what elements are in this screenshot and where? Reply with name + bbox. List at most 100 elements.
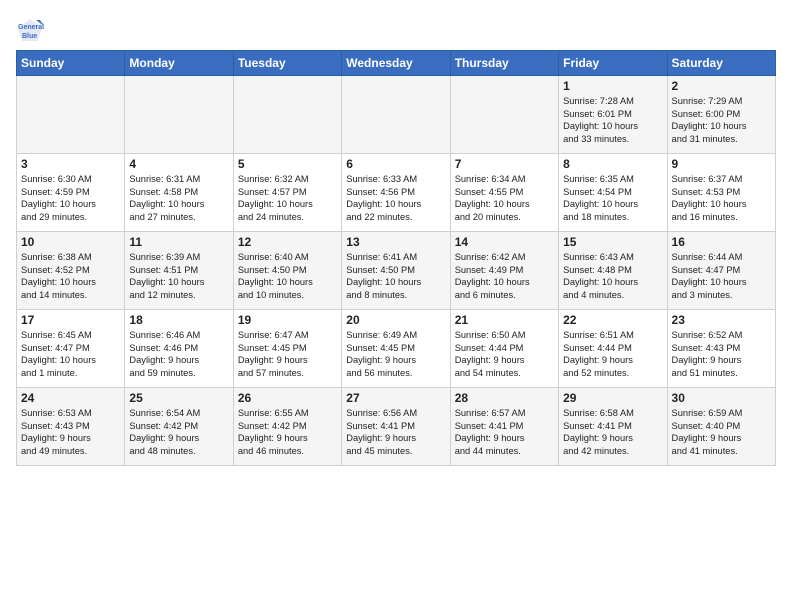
calendar-cell: 25 Sunrise: 6:54 AM Sunset: 4:42 PM Dayli…	[125, 388, 233, 466]
calendar-cell: 28Sunrise: 6:57 AM Sunset: 4:41 PM Dayli…	[450, 388, 558, 466]
calendar-cell: 11Sunrise: 6:39 AM Sunset: 4:51 PM Dayli…	[125, 232, 233, 310]
calendar-cell: 6Sunrise: 6:33 AM Sunset: 4:56 PM Daylig…	[342, 154, 450, 232]
calendar-week-1: 3Sunrise: 6:30 AM Sunset: 4:59 PM Daylig…	[17, 154, 776, 232]
day-number: 3	[21, 157, 120, 171]
day-number: 23	[672, 313, 771, 327]
svg-text:General: General	[18, 24, 44, 31]
cell-text: Sunrise: 7:28 AM Sunset: 6:01 PM Dayligh…	[563, 95, 662, 145]
day-number: 19	[238, 313, 337, 327]
day-number: 1	[563, 79, 662, 93]
cell-text: Sunrise: 6:45 AM Sunset: 4:47 PM Dayligh…	[21, 329, 120, 379]
calendar-cell: 26 Sunrise: 6:55 AM Sunset: 4:42 PM Dayli…	[233, 388, 341, 466]
weekday-thursday: Thursday	[450, 51, 558, 76]
calendar-cell: 18 Sunrise: 6:46 AM Sunset: 4:46 PM Dayli…	[125, 310, 233, 388]
logo: General Blue	[16, 16, 48, 44]
cell-text: Sunrise: 6:44 AM Sunset: 4:47 PM Dayligh…	[672, 251, 771, 301]
calendar-cell: 12 Sunrise: 6:40 AM Sunset: 4:50 PM Dayli…	[233, 232, 341, 310]
cell-text: Sunrise: 6:52 AM Sunset: 4:43 PM Dayligh…	[672, 329, 771, 379]
svg-text:Blue: Blue	[22, 33, 37, 40]
weekday-monday: Monday	[125, 51, 233, 76]
cell-text: Sunrise: 6:46 AM Sunset: 4:46 PM Dayligh…	[129, 329, 228, 379]
cell-text: Sunrise: 6:33 AM Sunset: 4:56 PM Dayligh…	[346, 173, 445, 223]
cell-text: Sunrise: 6:40 AM Sunset: 4:50 PM Dayligh…	[238, 251, 337, 301]
cell-text: Sunrise: 6:51 AM Sunset: 4:44 PM Dayligh…	[563, 329, 662, 379]
day-number: 7	[455, 157, 554, 171]
day-number: 9	[672, 157, 771, 171]
cell-text: Sunrise: 6:35 AM Sunset: 4:54 PM Dayligh…	[563, 173, 662, 223]
day-number: 11	[129, 235, 228, 249]
calendar-cell: 30 Sunrise: 6:59 AM Sunset: 4:40 PM Dayli…	[667, 388, 775, 466]
calendar-week-3: 17 Sunrise: 6:45 AM Sunset: 4:47 PM Dayli…	[17, 310, 776, 388]
cell-text: Sunrise: 6:56 AM Sunset: 4:41 PM Dayligh…	[346, 407, 445, 457]
calendar-cell	[125, 76, 233, 154]
day-number: 25	[129, 391, 228, 405]
cell-text: Sunrise: 6:55 AM Sunset: 4:42 PM Dayligh…	[238, 407, 337, 457]
calendar-cell: 4 Sunrise: 6:31 AM Sunset: 4:58 PM Daylig…	[125, 154, 233, 232]
cell-text: Sunrise: 6:53 AM Sunset: 4:43 PM Dayligh…	[21, 407, 120, 457]
calendar-cell: 21 Sunrise: 6:50 AM Sunset: 4:44 PM Dayli…	[450, 310, 558, 388]
calendar-cell: 19Sunrise: 6:47 AM Sunset: 4:45 PM Dayli…	[233, 310, 341, 388]
weekday-tuesday: Tuesday	[233, 51, 341, 76]
cell-text: Sunrise: 6:43 AM Sunset: 4:48 PM Dayligh…	[563, 251, 662, 301]
day-number: 18	[129, 313, 228, 327]
day-number: 24	[21, 391, 120, 405]
calendar-cell	[342, 76, 450, 154]
cell-text: Sunrise: 6:57 AM Sunset: 4:41 PM Dayligh…	[455, 407, 554, 457]
day-number: 8	[563, 157, 662, 171]
header: General Blue	[16, 12, 776, 44]
day-number: 10	[21, 235, 120, 249]
cell-text: Sunrise: 6:58 AM Sunset: 4:41 PM Dayligh…	[563, 407, 662, 457]
calendar-cell: 17 Sunrise: 6:45 AM Sunset: 4:47 PM Dayli…	[17, 310, 125, 388]
calendar-cell: 16Sunrise: 6:44 AM Sunset: 4:47 PM Dayli…	[667, 232, 775, 310]
day-number: 5	[238, 157, 337, 171]
cell-text: Sunrise: 6:31 AM Sunset: 4:58 PM Dayligh…	[129, 173, 228, 223]
cell-text: Sunrise: 6:49 AM Sunset: 4:45 PM Dayligh…	[346, 329, 445, 379]
calendar-cell: 3Sunrise: 6:30 AM Sunset: 4:59 PM Daylig…	[17, 154, 125, 232]
day-number: 26	[238, 391, 337, 405]
cell-text: Sunrise: 6:59 AM Sunset: 4:40 PM Dayligh…	[672, 407, 771, 457]
calendar-cell: 2Sunrise: 7:29 AM Sunset: 6:00 PM Daylig…	[667, 76, 775, 154]
main-container: General Blue SundayMondayTuesdayWednesda…	[0, 0, 792, 474]
calendar-week-4: 24 Sunrise: 6:53 AM Sunset: 4:43 PM Dayli…	[17, 388, 776, 466]
calendar-cell: 27 Sunrise: 6:56 AM Sunset: 4:41 PM Dayli…	[342, 388, 450, 466]
calendar-cell	[450, 76, 558, 154]
weekday-sunday: Sunday	[17, 51, 125, 76]
cell-text: Sunrise: 6:38 AM Sunset: 4:52 PM Dayligh…	[21, 251, 120, 301]
calendar-cell: 7 Sunrise: 6:34 AM Sunset: 4:55 PM Daylig…	[450, 154, 558, 232]
weekday-friday: Friday	[559, 51, 667, 76]
calendar-cell: 15Sunrise: 6:43 AM Sunset: 4:48 PM Dayli…	[559, 232, 667, 310]
day-number: 17	[21, 313, 120, 327]
calendar-cell: 10 Sunrise: 6:38 AM Sunset: 4:52 PM Dayli…	[17, 232, 125, 310]
cell-text: Sunrise: 6:32 AM Sunset: 4:57 PM Dayligh…	[238, 173, 337, 223]
calendar-cell: 22 Sunrise: 6:51 AM Sunset: 4:44 PM Dayli…	[559, 310, 667, 388]
calendar-week-0: 1 Sunrise: 7:28 AM Sunset: 6:01 PM Daylig…	[17, 76, 776, 154]
day-number: 14	[455, 235, 554, 249]
calendar-cell: 8 Sunrise: 6:35 AM Sunset: 4:54 PM Daylig…	[559, 154, 667, 232]
calendar-cell	[233, 76, 341, 154]
logo-icon: General Blue	[16, 16, 44, 44]
cell-text: Sunrise: 6:34 AM Sunset: 4:55 PM Dayligh…	[455, 173, 554, 223]
calendar-cell	[17, 76, 125, 154]
weekday-header-row: SundayMondayTuesdayWednesdayThursdayFrid…	[17, 51, 776, 76]
day-number: 22	[563, 313, 662, 327]
weekday-saturday: Saturday	[667, 51, 775, 76]
day-number: 21	[455, 313, 554, 327]
day-number: 27	[346, 391, 445, 405]
day-number: 4	[129, 157, 228, 171]
day-number: 20	[346, 313, 445, 327]
calendar-cell: 24 Sunrise: 6:53 AM Sunset: 4:43 PM Dayli…	[17, 388, 125, 466]
cell-text: Sunrise: 6:54 AM Sunset: 4:42 PM Dayligh…	[129, 407, 228, 457]
calendar-cell: 1 Sunrise: 7:28 AM Sunset: 6:01 PM Daylig…	[559, 76, 667, 154]
day-number: 30	[672, 391, 771, 405]
day-number: 12	[238, 235, 337, 249]
calendar-cell: 5 Sunrise: 6:32 AM Sunset: 4:57 PM Daylig…	[233, 154, 341, 232]
cell-text: Sunrise: 6:50 AM Sunset: 4:44 PM Dayligh…	[455, 329, 554, 379]
calendar-header: SundayMondayTuesdayWednesdayThursdayFrid…	[17, 51, 776, 76]
cell-text: Sunrise: 6:42 AM Sunset: 4:49 PM Dayligh…	[455, 251, 554, 301]
cell-text: Sunrise: 7:29 AM Sunset: 6:00 PM Dayligh…	[672, 95, 771, 145]
calendar-week-2: 10 Sunrise: 6:38 AM Sunset: 4:52 PM Dayli…	[17, 232, 776, 310]
calendar-cell: 23 Sunrise: 6:52 AM Sunset: 4:43 PM Dayli…	[667, 310, 775, 388]
calendar-cell: 20 Sunrise: 6:49 AM Sunset: 4:45 PM Dayli…	[342, 310, 450, 388]
day-number: 13	[346, 235, 445, 249]
calendar-table: SundayMondayTuesdayWednesdayThursdayFrid…	[16, 50, 776, 466]
